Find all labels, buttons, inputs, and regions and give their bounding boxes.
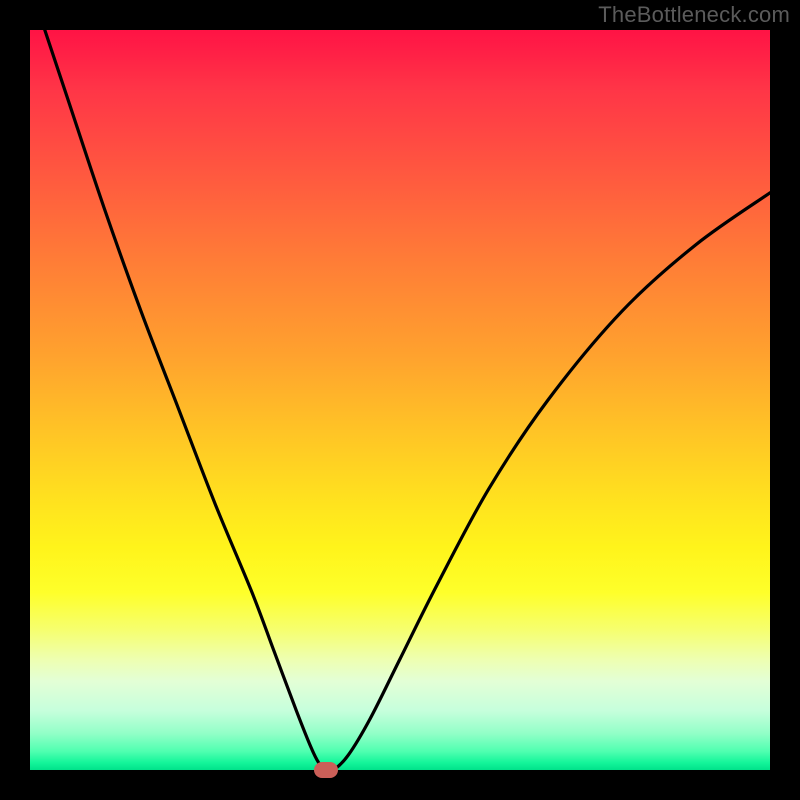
bottleneck-curve — [30, 30, 770, 770]
watermark-text: TheBottleneck.com — [598, 2, 790, 28]
chart-frame: TheBottleneck.com — [0, 0, 800, 800]
plot-area — [30, 30, 770, 770]
optimum-marker — [314, 762, 338, 778]
